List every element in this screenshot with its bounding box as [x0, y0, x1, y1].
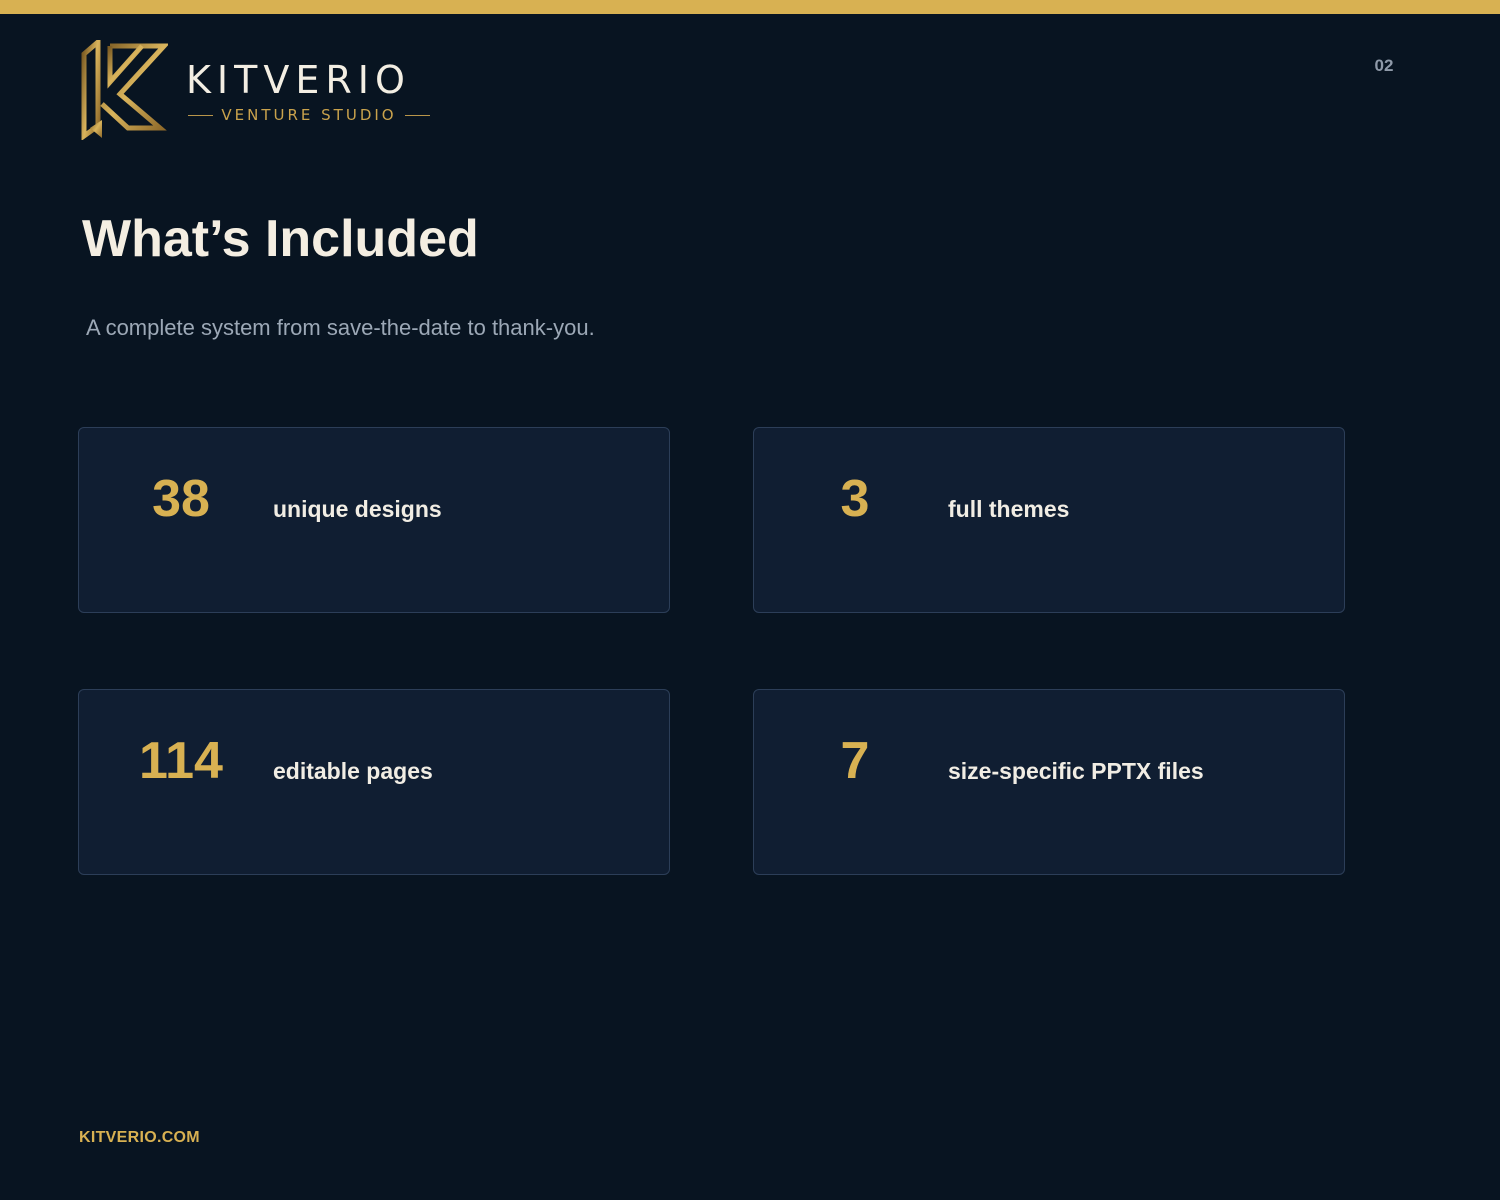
- stat-value: 114: [139, 732, 223, 790]
- stat-value: 38: [152, 470, 210, 528]
- brand-tagline-row: VENTURE STUDIO: [188, 104, 430, 126]
- stat-label: unique designs: [273, 496, 442, 522]
- page-number: 02: [1374, 56, 1394, 75]
- brand-tagline: VENTURE STUDIO: [221, 106, 397, 124]
- stat-label: editable pages: [273, 758, 433, 784]
- page-title: What’s Included: [82, 210, 479, 268]
- stat-card: 3 full themes: [753, 427, 1345, 613]
- divider: [188, 114, 214, 116]
- stat-label: size-specific PPTX files: [948, 758, 1204, 784]
- stat-card: 38 unique designs: [78, 427, 670, 613]
- stat-label: full themes: [948, 496, 1070, 522]
- top-accent-bar: [0, 0, 1500, 14]
- stat-value: 3: [840, 470, 870, 528]
- stat-card: 114 editable pages: [78, 689, 670, 875]
- page-subtitle: A complete system from save-the-date to …: [86, 315, 595, 340]
- stat-value: 7: [840, 732, 870, 790]
- website-link[interactable]: KITVERIO.COM: [79, 1129, 200, 1147]
- brand-name: KITVERIO: [186, 58, 411, 102]
- stat-card: 7 size-specific PPTX files: [753, 689, 1345, 875]
- k-monogram-icon: [81, 40, 168, 140]
- divider: [404, 114, 430, 116]
- brand-logo: KITVERIO VENTURE STUDIO: [80, 40, 440, 140]
